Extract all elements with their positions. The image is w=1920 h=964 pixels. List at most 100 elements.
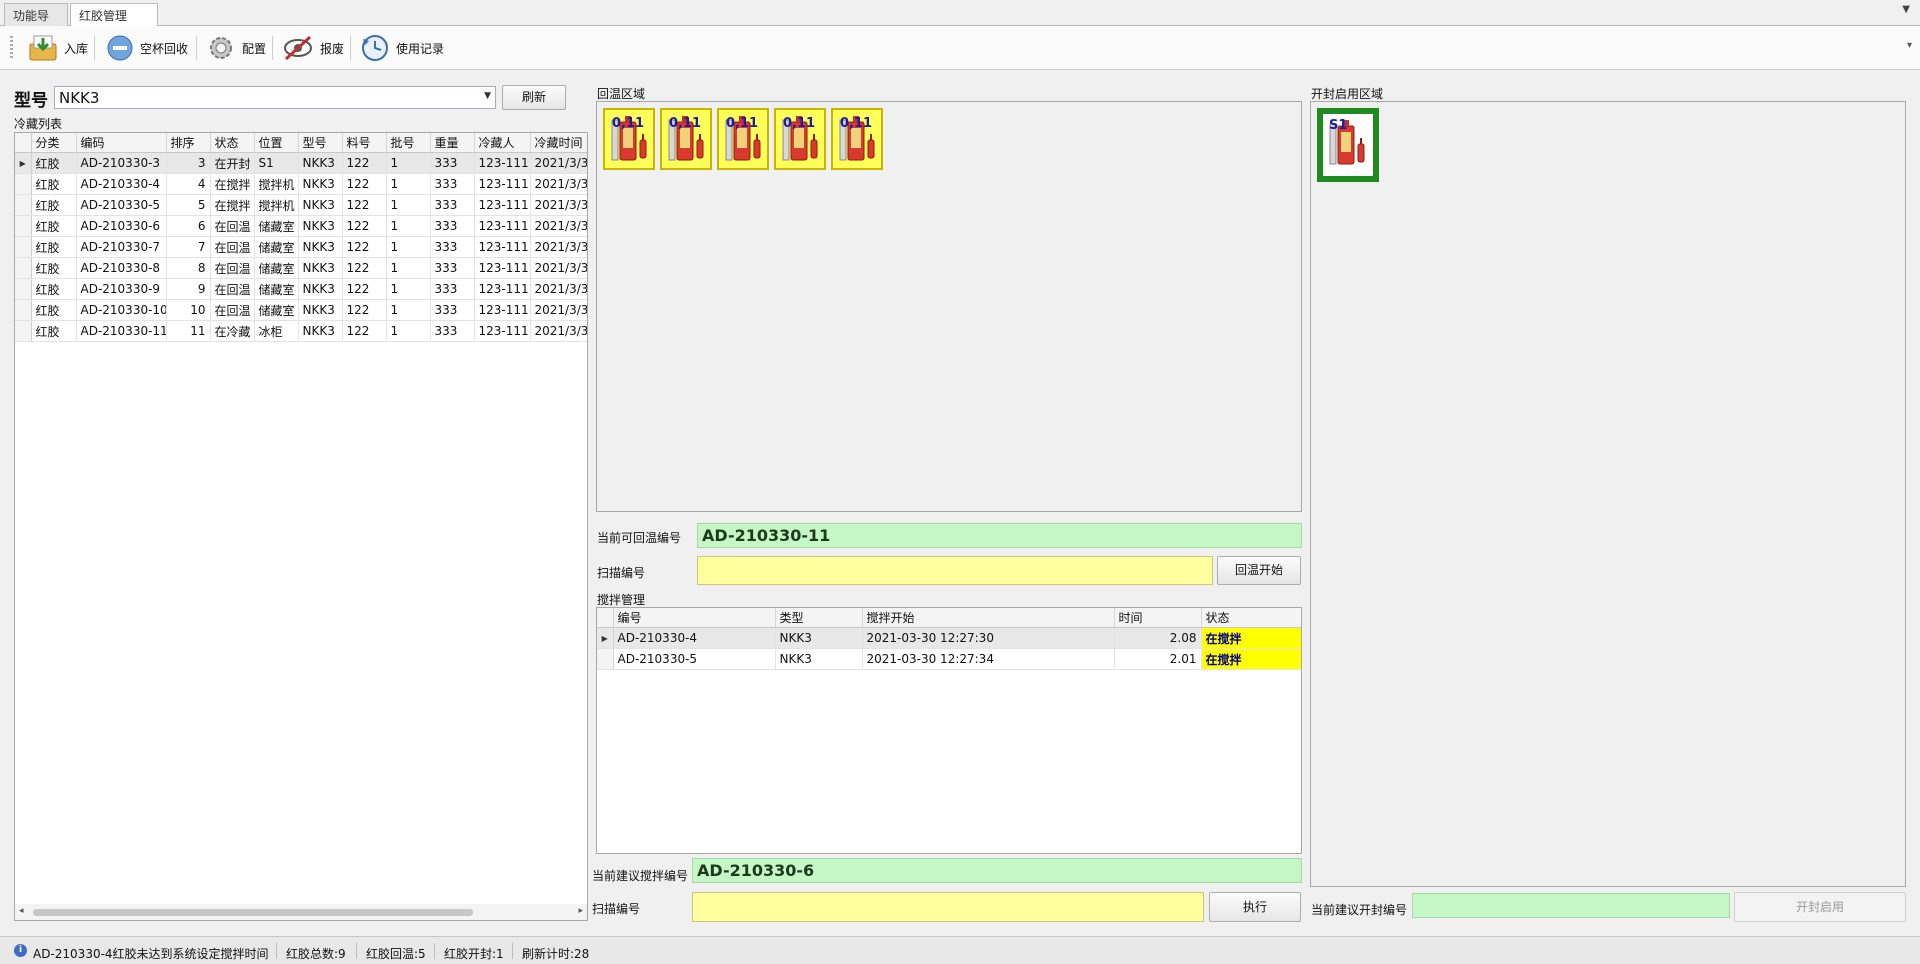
scrap-eye-icon [284, 35, 312, 61]
column-header[interactable]: 排序 [166, 133, 211, 153]
opened-cartridge-tile[interactable]: S1 [1317, 108, 1379, 182]
table-cell: 2021/3/3 [530, 299, 587, 321]
column-header[interactable]: 分类 [31, 133, 77, 153]
rewarm-cartridge-tile[interactable]: 0,11 [660, 108, 712, 170]
table-row[interactable]: 红胶 AD-210330-4 4 在搅拌 搅拌机 NKK3 122 1 333 123-111 20… [15, 173, 587, 195]
column-header[interactable]: 批号 [386, 133, 431, 153]
tab-overflow-chevron-icon[interactable]: ▼ [1902, 4, 1910, 15]
open-area-title: 开封启用区域 [1311, 87, 1384, 101]
model-select[interactable]: NKK3 ▼ [54, 86, 496, 109]
suggest-open-label: 当前建议开封编号 [1311, 903, 1408, 917]
scrollbar-thumb[interactable] [33, 909, 473, 916]
table-cell: 1 [386, 152, 431, 174]
scroll-right-icon[interactable]: ▸ [578, 906, 583, 916]
scroll-left-icon[interactable]: ◂ [19, 906, 24, 916]
table-cell: 333 [430, 236, 475, 258]
mixing-title: 搅拌管理 [597, 593, 646, 607]
table-row[interactable]: 红胶 AD-210330-6 6 在回温 储藏室 NKK3 122 1 333 123-111 20… [15, 215, 587, 237]
column-header[interactable]: 搅拌开始 [862, 608, 1115, 628]
rewarm-start-button[interactable]: 回温开始 [1217, 556, 1301, 585]
scrap-button[interactable]: 报废 [278, 32, 348, 64]
rewarm-cartridge-tile[interactable]: 0,11 [717, 108, 769, 170]
current-row-indicator-icon[interactable]: ▶ [15, 152, 32, 174]
execute-button[interactable]: 执行 [1209, 892, 1301, 922]
column-header[interactable]: 编号 [613, 608, 776, 628]
table-cell: 红胶 [31, 173, 77, 195]
column-header[interactable]: 状态 [1201, 608, 1301, 628]
row-header[interactable] [15, 173, 32, 195]
tab-function-nav[interactable]: 功能导航 [4, 3, 68, 40]
table-cell: NKK3 [298, 320, 343, 342]
row-header[interactable] [15, 320, 32, 342]
table-cell: AD-210330-9 [76, 278, 167, 300]
table-cell: 333 [430, 278, 475, 300]
column-header[interactable]: 料号 [342, 133, 387, 153]
row-header[interactable] [15, 278, 32, 300]
table-cell: AD-210330-4 [613, 627, 776, 649]
table-row[interactable]: AD-210330-5 NKK3 2021-03-30 12:27:34 2.01 在搅… [597, 648, 1301, 670]
column-header[interactable]: 冷藏时间 [530, 133, 587, 153]
table-row[interactable]: ▶ 红胶 AD-210330-3 3 在开封 S1 NKK3 122 1 333 123-111 20… [15, 152, 587, 174]
table-cell: 123-111 [474, 320, 531, 342]
table-cell: AD-210330-5 [613, 648, 776, 670]
column-header[interactable]: 位置 [254, 133, 299, 153]
column-header[interactable]: 类型 [775, 608, 863, 628]
cold-list-grid[interactable]: 分类 编码 排序 状态 位置 型号 料号 批号 重量 冷藏人 冷藏时间 ▶ 红胶 AD-210330-3… [14, 132, 588, 921]
status-separator [434, 943, 435, 959]
status-separator [276, 943, 277, 959]
model-select-value: NKK3 [59, 89, 100, 107]
tab-red-glue-management[interactable]: 红胶管理✕ [70, 3, 158, 38]
row-header[interactable] [15, 194, 32, 216]
rewarm-area-title: 回温区域 [597, 87, 646, 101]
table-cell: 1 [386, 320, 431, 342]
column-header[interactable]: 重量 [430, 133, 475, 153]
row-header[interactable] [15, 257, 32, 279]
refresh-button[interactable]: 刷新 [502, 85, 566, 110]
empty-cup-recycle-button[interactable]: 空杯回收 [102, 32, 192, 64]
table-row[interactable]: 红胶 AD-210330-10 10 在回温 储藏室 NKK3 122 1 333 123-111… [15, 299, 587, 321]
table-cell: 红胶 [31, 320, 77, 342]
table-cell: 在回温 [210, 257, 255, 279]
row-header[interactable] [597, 648, 614, 670]
rewarm-cartridge-tile[interactable]: 0,11 [774, 108, 826, 170]
table-cell: AD-210330-10 [76, 299, 167, 321]
toolbar: 入库 空杯回收 配置 报废 使用记录 ▾ [0, 26, 1920, 70]
current-row-indicator-icon[interactable]: ▶ [597, 627, 614, 649]
column-header[interactable]: 编码 [76, 133, 167, 153]
rewarm-cartridge-tile[interactable]: 0,11 [831, 108, 883, 170]
suggest-mix-label: 当前建议搅拌编号 [592, 869, 689, 883]
table-cell: 储藏室 [254, 236, 299, 258]
table-row[interactable]: 红胶 AD-210330-7 7 在回温 储藏室 NKK3 122 1 333 123-111 20… [15, 236, 587, 258]
table-cell: 储藏室 [254, 257, 299, 279]
row-header[interactable] [15, 299, 32, 321]
usage-record-button[interactable]: 使用记录 [356, 32, 448, 64]
stock-in-button[interactable]: 入库 [24, 32, 92, 64]
cartridge-label: S1 [1329, 118, 1348, 133]
mixing-grid[interactable]: 编号 类型 搅拌开始 时间 状态 ▶ AD-210330-4 NKK3 2021-03-30 … [596, 607, 1302, 854]
table-row[interactable]: 红胶 AD-210330-9 9 在回温 储藏室 NKK3 122 1 333 123-111 20… [15, 278, 587, 300]
column-header[interactable]: 型号 [298, 133, 343, 153]
open-enable-button[interactable]: 开封启用 [1734, 892, 1906, 922]
rewarm-scan-input[interactable] [697, 556, 1213, 585]
table-cell: NKK3 [298, 215, 343, 237]
table-row[interactable]: 红胶 AD-210330-5 5 在搅拌 搅拌机 NKK3 122 1 333 123-111 20… [15, 194, 587, 216]
chevron-down-icon[interactable]: ▼ [484, 91, 491, 101]
table-cell: NKK3 [298, 194, 343, 216]
table-row[interactable]: 红胶 AD-210330-8 8 在回温 储藏室 NKK3 122 1 333 123-111 20… [15, 257, 587, 279]
row-header[interactable] [15, 236, 32, 258]
table-row[interactable]: ▶ AD-210330-4 NKK3 2021-03-30 12:27:30 2.08 在… [597, 627, 1301, 649]
column-header[interactable]: 冷藏人 [474, 133, 531, 153]
toolbar-overflow-chevron-icon[interactable]: ▾ [1907, 40, 1912, 51]
toolbar-grip[interactable] [10, 36, 13, 60]
table-cell: 122 [342, 194, 387, 216]
table-row[interactable]: 红胶 AD-210330-11 11 在冷藏 冰柜 NKK3 122 1 333 123-111 2… [15, 320, 587, 342]
status-separator [356, 943, 357, 959]
usage-record-label: 使用记录 [396, 41, 445, 56]
column-header[interactable]: 状态 [210, 133, 255, 153]
cold-list-horizontal-scrollbar[interactable]: ◂ ▸ [15, 904, 587, 920]
column-header[interactable]: 时间 [1114, 608, 1202, 628]
config-button[interactable]: 配置 [202, 32, 270, 64]
mix-scan-input[interactable] [692, 892, 1204, 922]
rewarm-cartridge-tile[interactable]: 0,11 [603, 108, 655, 170]
row-header[interactable] [15, 215, 32, 237]
